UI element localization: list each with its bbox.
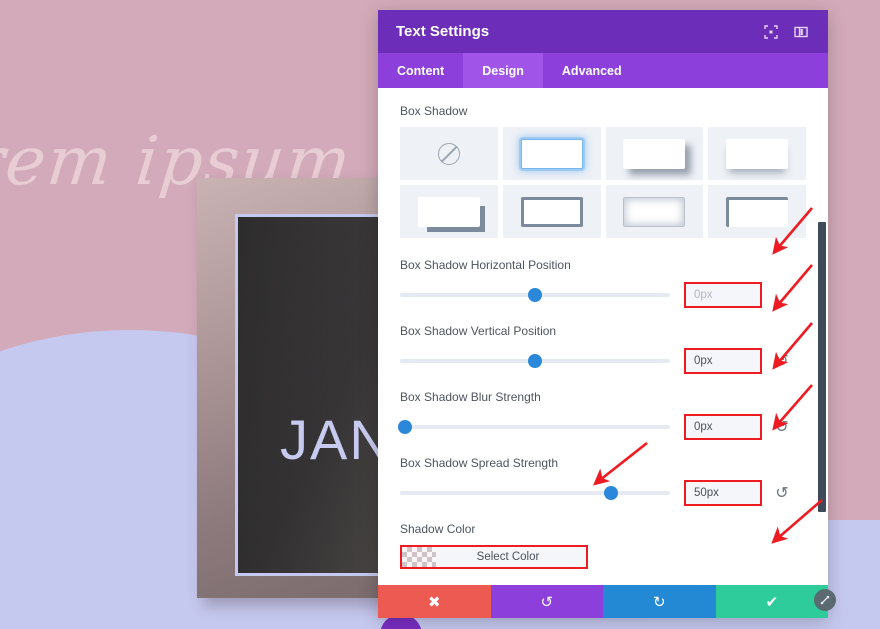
control-spread-strength: Box Shadow Spread Strength 50px ↺ [400,456,806,506]
modal-tabbar: Content Design Advanced [378,53,828,88]
preset-bottom-swatch [726,138,789,169]
preset-inset-swatch [623,196,686,227]
modal-title: Text Settings [396,23,490,40]
vertical-position-slider[interactable] [400,354,670,368]
vertical-position-label: Box Shadow Vertical Position [400,324,557,338]
modal-footer: ✖ ↺ ↻ ✔ [378,585,828,618]
horizontal-position-slider[interactable] [400,288,670,302]
preset-drop-swatch [623,138,686,169]
preset-corner-swatch [417,196,480,227]
box-shadow-preset-grid [400,127,806,238]
control-blur-strength: Box Shadow Blur Strength 0px ↺ [398,390,806,440]
photo-title-text: JAN [280,408,392,471]
vertical-position-input[interactable]: 0px [684,348,762,374]
control-shadow-color: Shadow Color Select Color [400,522,806,569]
preset-corner[interactable] [400,185,498,238]
preset-glow[interactable] [502,127,601,180]
color-swatch-transparent [402,547,436,567]
vertical-position-slider-thumb[interactable] [528,354,542,368]
control-vertical-position: Box Shadow Vertical Position 0px ↺ [400,324,806,374]
spread-strength-label: Box Shadow Spread Strength [400,456,559,470]
control-horizontal-position: Box Shadow Horizontal Position 0px ↺ [400,258,806,308]
preset-outline-swatch [520,196,583,227]
preset-inset[interactable] [605,185,704,238]
modal-header: Text Settings [378,10,828,53]
tab-advanced[interactable]: Advanced [543,53,641,88]
resize-handle-icon[interactable] [814,589,836,611]
blur-strength-input[interactable]: 0px [684,414,762,440]
preset-outline[interactable] [502,185,601,238]
vertical-position-reset-icon[interactable]: ↺ [771,351,793,371]
blur-strength-label: Box Shadow Blur Strength [400,390,541,404]
horizontal-position-slider-thumb[interactable] [528,288,542,302]
horizontal-position-input[interactable]: 0px [684,282,762,308]
redo-button[interactable]: ↻ [603,585,716,618]
blur-strength-slider-thumb[interactable] [398,420,413,434]
modal-scrollbar[interactable] [817,88,828,585]
preset-glow-swatch [520,138,583,169]
save-button[interactable]: ✔ [715,585,828,618]
preset-none[interactable] [400,127,498,180]
spread-strength-input[interactable]: 50px [684,480,762,506]
select-color-label: Select Color [476,551,540,563]
blur-strength-reset-icon[interactable]: ↺ [771,417,793,437]
box-shadow-label: Box Shadow [400,104,468,118]
tab-design[interactable]: Design [463,53,543,88]
spread-strength-reset-icon[interactable]: ↺ [771,483,793,503]
preset-lshape[interactable] [708,185,806,238]
horizontal-position-label: Box Shadow Horizontal Position [400,258,571,272]
tab-content[interactable]: Content [378,53,463,88]
modal-scrollbar-thumb[interactable] [818,222,826,512]
select-color-button[interactable]: Select Color [400,545,588,569]
text-settings-modal: Text Settings Content Design Advanced Bo… [378,10,828,618]
layout-toggle-icon[interactable] [788,19,814,45]
no-shadow-icon [437,142,460,165]
spread-strength-slider-thumb[interactable] [603,486,618,500]
modal-body: Box Shadow Box Shadow Horizontal Positio… [378,88,828,585]
preset-lshape-swatch [726,196,789,227]
preset-bottom[interactable] [708,127,806,180]
close-button[interactable]: ✖ [378,585,491,618]
shadow-color-label: Shadow Color [400,522,476,536]
spread-strength-slider[interactable] [400,486,670,500]
focus-target-icon[interactable] [758,19,784,45]
preset-drop[interactable] [605,127,704,180]
blur-strength-slider[interactable] [398,420,670,434]
undo-button[interactable]: ↺ [490,585,603,618]
